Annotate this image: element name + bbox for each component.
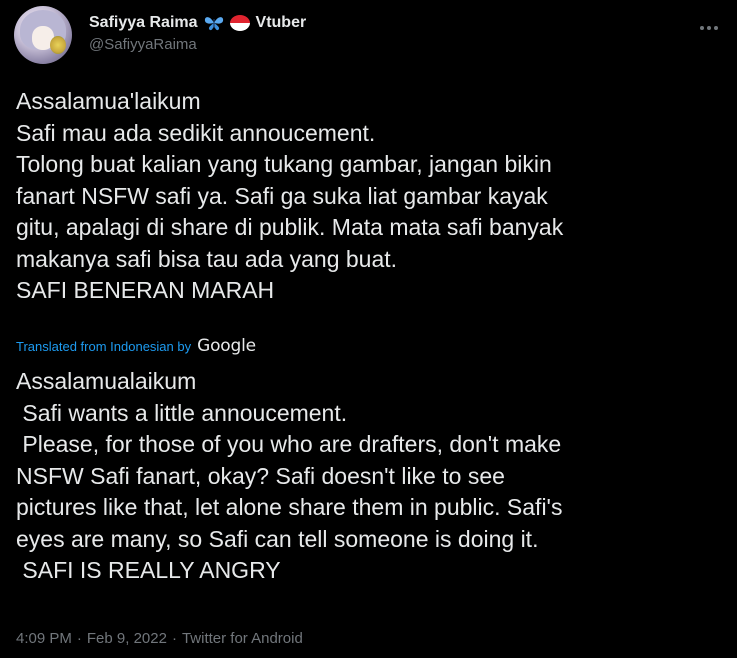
translation-note[interactable]: Translated from Indonesian by — [16, 339, 191, 354]
google-logo: Google — [197, 336, 256, 356]
translated-line: Please, for those of you who are drafter… — [16, 431, 562, 457]
meta-separator: · — [76, 630, 82, 647]
original-line: makanya safi bisa tau ada yang buat. — [16, 245, 398, 272]
translated-line: Assalamualaikum — [16, 368, 197, 394]
tweet-card: Safiyya Raima Vtuber @SafiyyaRaima Assal… — [0, 0, 737, 658]
translated-line: SAFI IS REALLY ANGRY — [16, 557, 281, 583]
avatar[interactable] — [14, 6, 72, 64]
indonesia-flag-icon — [229, 15, 250, 31]
translation-attribution[interactable]: Translated from Indonesian by Google — [16, 334, 256, 358]
original-line: fanart NSFW safi ya. Safi ga suka liat g… — [16, 182, 548, 209]
translated-line: pictures like that, let alone share them… — [16, 494, 563, 520]
badge-label: Vtuber — [255, 14, 307, 31]
original-line: Assalamua'laikum — [16, 88, 201, 114]
original-line: Tolong buat kalian yang tukang gambar, j… — [16, 151, 552, 177]
tweet-source: Twitter for Android — [181, 630, 303, 647]
original-line: SAFI BENERAN MARAH — [16, 277, 275, 303]
display-name[interactable]: Safiyya Raima — [89, 14, 198, 32]
tweet-meta: 4:09 PM · Feb 9, 2022 · Twitter for Andr… — [16, 630, 303, 647]
original-line: Safi mau ada sedikit annoucement. — [16, 119, 376, 146]
original-line: gitu, apalagi di share di publik. Mata m… — [16, 214, 564, 240]
avatar-flower — [50, 36, 66, 54]
meta-separator: · — [171, 630, 177, 647]
translated-line: NSFW Safi fanart, okay? Safi doesn't lik… — [16, 462, 505, 489]
more-options-icon[interactable] — [696, 18, 722, 38]
tweet-translated-text: Assalamualaikum Safi wants a little anno… — [16, 366, 716, 587]
tweet-header: Safiyya Raima Vtuber @SafiyyaRaima — [14, 6, 724, 72]
display-name-row[interactable]: Safiyya Raima Vtuber — [89, 12, 306, 34]
translated-line: eyes are many, so Safi can tell someone … — [16, 525, 539, 552]
tweet-time[interactable]: 4:09 PM — [16, 630, 72, 647]
user-handle[interactable]: @SafiyyaRaima — [89, 36, 306, 53]
tweet-date[interactable]: Feb 9, 2022 — [87, 630, 167, 647]
butterfly-icon — [204, 17, 223, 31]
translated-line: Safi wants a little annoucement. — [16, 399, 348, 426]
tweet-original-text: Assalamua'laikum Safi mau ada sedikit an… — [16, 86, 716, 307]
user-names: Safiyya Raima Vtuber @SafiyyaRaima — [89, 12, 306, 53]
